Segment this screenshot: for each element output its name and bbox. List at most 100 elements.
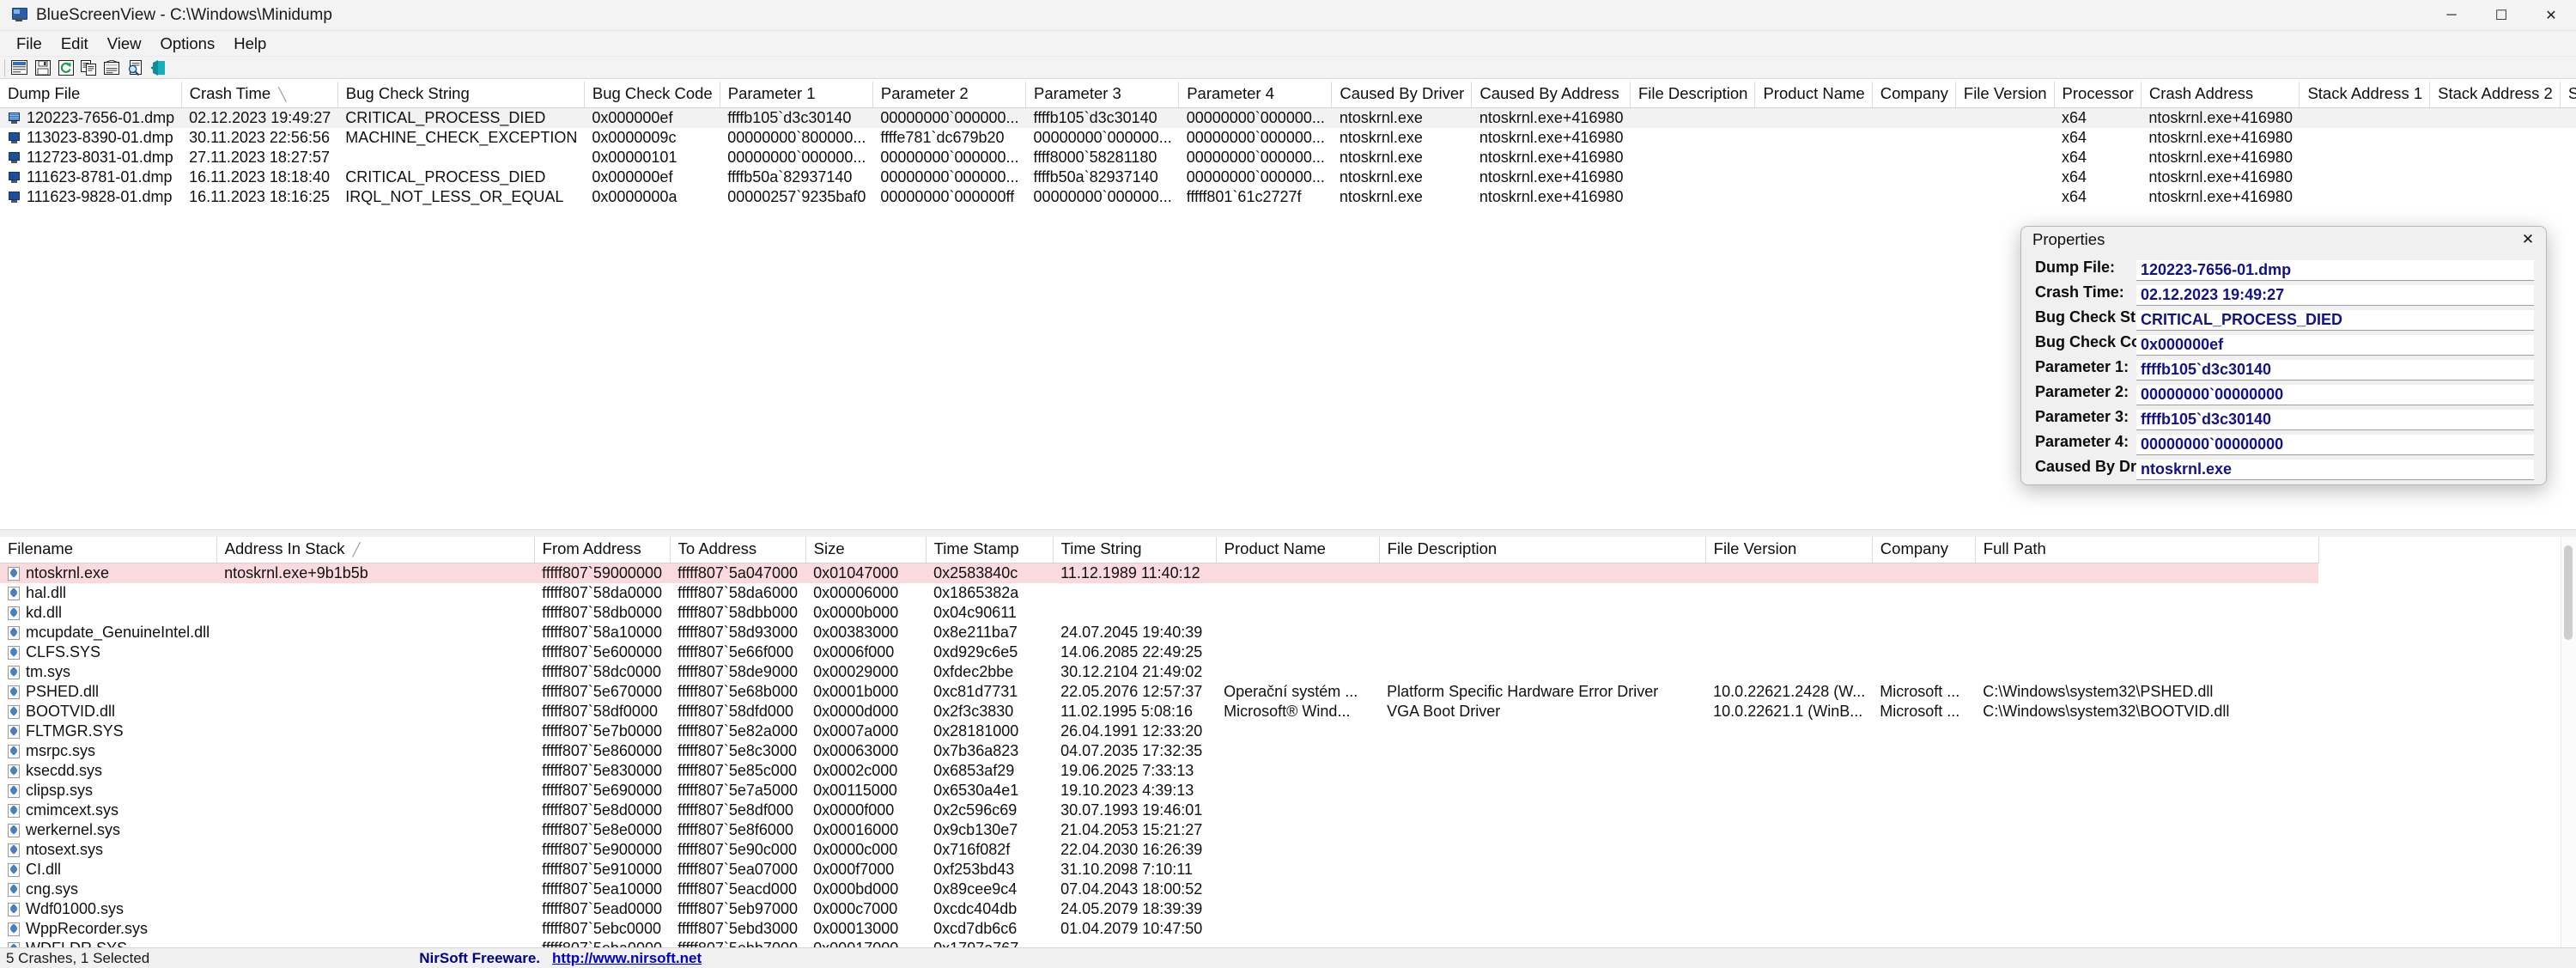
module-table-row[interactable]: Wdf01000.sys fffff807`5ead0000 fffff807`5e… (0, 899, 2318, 919)
module-table-row[interactable]: ntosext.sys fffff807`5e900000 fffff807`5e9… (0, 840, 2318, 860)
menu-item-file[interactable]: File (7, 33, 52, 55)
property-value-field[interactable]: 120223-7656-01.dmp (2136, 260, 2534, 281)
property-value-field[interactable]: 0x000000ef (2136, 335, 2534, 356)
crash-column-header[interactable]: Processor (2054, 82, 2142, 108)
crash-column-header[interactable]: File Version (1955, 82, 2055, 108)
module-table-row[interactable]: tm.sys fffff807`58dc0000 fffff807`58de9000… (0, 662, 2318, 682)
module-table-row[interactable]: kd.dll fffff807`58db0000 fffff807`58dbb000… (0, 603, 2318, 623)
property-value-field[interactable]: CRITICAL_PROCESS_DIED (2136, 310, 2534, 331)
module-column-header[interactable]: Company (1872, 537, 1976, 563)
crash-column-label: Crash Time (189, 84, 271, 102)
crash-cell-crash-time: 16.11.2023 18:18:40 (189, 168, 330, 186)
module-table-row[interactable]: ntoskrnl.exe ntoskrnl.exe+9b1b5b fffff807`… (0, 563, 2319, 583)
property-value-field[interactable]: 02.12.2023 19:49:27 (2136, 285, 2534, 306)
property-value-field[interactable]: ntoskrnl.exe (2136, 460, 2534, 480)
module-cell-time-string: 24.07.2045 19:40:39 (1060, 624, 1203, 641)
copy-icon[interactable] (78, 58, 100, 77)
html-report-icon[interactable] (101, 58, 123, 77)
crash-column-header[interactable]: Stack Address 1 (2299, 82, 2431, 108)
module-column-header[interactable]: Time Stamp (926, 537, 1054, 563)
crash-column-header[interactable]: File Description (1630, 82, 1756, 108)
exit-icon[interactable] (148, 58, 169, 77)
module-column-header[interactable]: Product Name (1216, 537, 1380, 563)
module-table-row[interactable]: ksecdd.sys fffff807`5e830000 fffff807`5e85… (0, 761, 2318, 781)
crash-column-header[interactable]: Parameter 2 (872, 82, 1027, 108)
module-cell-time-string: 31.10.2098 7:10:11 (1060, 861, 1193, 878)
refresh-icon[interactable] (55, 58, 76, 77)
module-list-panel[interactable]: Filename Address In Stack ╱ From Address To … (0, 537, 2576, 947)
crash-column-header[interactable]: Crash Address (2141, 82, 2300, 108)
crash-column-header[interactable]: Caused By Driver (1331, 82, 1473, 108)
menu-item-help[interactable]: Help (224, 33, 276, 55)
module-column-header[interactable]: File Version (1705, 537, 1873, 563)
module-table-row[interactable]: werkernel.sys fffff807`5e8e0000 fffff807`5… (0, 820, 2318, 840)
menu-item-view[interactable]: View (98, 33, 151, 55)
module-table-row[interactable]: hal.dll fffff807`58da0000 fffff807`58da600… (0, 583, 2318, 603)
find-icon[interactable] (125, 58, 146, 77)
module-column-header[interactable]: Size (805, 537, 927, 563)
nirsoft-website-link[interactable]: http://www.nirsoft.net (546, 950, 708, 967)
module-column-header[interactable]: Address In Stack ╱ (216, 537, 535, 563)
crash-column-header[interactable]: Caused By Address (1471, 82, 1631, 108)
module-cell-to: fffff807`5e85c000 (677, 762, 797, 779)
module-column-header[interactable]: To Address (670, 537, 806, 563)
property-value-field[interactable]: 00000000`00000000 (2136, 435, 2534, 455)
crash-table-row[interactable]: 111623-8781-01.dmp 16.11.2023 18:18:40 CRI… (0, 167, 2576, 187)
crash-column-header[interactable]: Crash Time ╲ (181, 82, 338, 108)
crash-column-header[interactable]: Bug Check String (337, 82, 585, 108)
module-table-row[interactable]: cmimcext.sys fffff807`5e8d0000 fffff807`5e… (0, 801, 2318, 820)
crash-column-header[interactable]: Company (1872, 82, 1956, 108)
minimize-button[interactable]: ─ (2427, 0, 2476, 31)
save-icon[interactable] (32, 58, 53, 77)
module-table-row[interactable]: CI.dll fffff807`5e910000 fffff807`5ea07000… (0, 860, 2318, 880)
module-table-row[interactable]: CLFS.SYS fffff807`5e600000 fffff807`5e66f0… (0, 642, 2318, 662)
module-column-label: File Description (1387, 539, 1498, 557)
module-table-row[interactable]: msrpc.sys fffff807`5e860000 fffff807`5e8c3… (0, 741, 2318, 761)
scrollbar-thumb[interactable] (2564, 545, 2573, 640)
crash-column-header[interactable]: Bug Check Code (584, 82, 720, 108)
crash-column-header[interactable]: Parameter 3 (1025, 82, 1180, 108)
module-column-header[interactable]: File Description (1379, 537, 1706, 563)
properties-dialog[interactable]: Properties ✕ Dump File: 120223-7656-01.dm… (2020, 226, 2547, 485)
maximize-button[interactable]: ☐ (2476, 0, 2526, 31)
menu-item-options[interactable]: Options (150, 33, 224, 55)
module-cell-file-description (1379, 761, 1705, 781)
menu-item-edit[interactable]: Edit (52, 33, 98, 55)
module-table-row[interactable]: PSHED.dll fffff807`5e670000 fffff807`5e68b… (0, 682, 2318, 702)
module-column-header[interactable]: Time String (1053, 537, 1217, 563)
property-value-field[interactable]: ntoskrnl.exe+416980 (2136, 484, 2534, 485)
crash-table-row[interactable]: 111623-9828-01.dmp 16.11.2023 18:16:25 IRQ… (0, 187, 2576, 207)
property-value-field[interactable]: ffffb105`d3c30140 (2136, 410, 2534, 430)
crash-column-header[interactable]: Dump File (0, 82, 182, 108)
module-cell-full-path (1975, 801, 2318, 820)
module-table-row[interactable]: BOOTVID.dll fffff807`58df0000 fffff807`58d… (0, 702, 2318, 721)
crash-column-header[interactable]: Parameter 1 (720, 82, 873, 108)
module-table-row[interactable]: mcupdate_GenuineIntel.dll fffff807`58a100… (0, 623, 2318, 642)
property-value-field[interactable]: 00000000`00000000 (2136, 385, 2534, 405)
module-cell-time-stamp: 0xcd7db6c6 (933, 920, 1018, 937)
property-value-field[interactable]: ffffb105`d3c30140 (2136, 360, 2534, 381)
dialog-close-icon[interactable]: ✕ (2510, 227, 2546, 253)
crash-column-header[interactable]: Stack Address 3 (2560, 82, 2576, 108)
crash-table-row[interactable]: 113023-8390-01.dmp 30.11.2023 22:56:56 MAC… (0, 128, 2576, 148)
module-column-header[interactable]: Filename (0, 537, 217, 563)
menu-bar: File Edit View Options Help (0, 31, 2576, 57)
dialog-title-bar: Properties ✕ (2021, 227, 2546, 253)
properties-icon[interactable] (9, 58, 30, 77)
module-table-row[interactable]: clipsp.sys fffff807`5e690000 fffff807`5e7a… (0, 781, 2318, 801)
module-table-row[interactable]: cng.sys fffff807`5ea10000 fffff807`5eacd00… (0, 880, 2318, 899)
crash-column-header[interactable]: Parameter 4 (1178, 82, 1333, 108)
crash-column-header[interactable]: Stack Address 2 (2429, 82, 2561, 108)
module-cell-time-string (1053, 939, 1216, 947)
module-table-row[interactable]: WDFLDR.SYS fffff807`5eba0000fffff807`5ebb… (0, 939, 2318, 947)
dump-file-icon (8, 112, 21, 125)
module-table-row[interactable]: WppRecorder.sys fffff807`5ebc0000 fffff807… (0, 919, 2318, 939)
crash-table-row[interactable]: 120223-7656-01.dmp 02.12.2023 19:49:27 CRI… (0, 107, 2576, 128)
crash-column-header[interactable]: Product Name (1754, 82, 1873, 108)
module-table-row[interactable]: FLTMGR.SYS fffff807`5e7b0000 fffff807`5e82… (0, 721, 2318, 741)
module-column-header[interactable]: From Address (534, 537, 671, 563)
close-button[interactable]: ✕ (2526, 0, 2576, 31)
module-list-vertical-scrollbar[interactable] (2561, 537, 2576, 947)
crash-table-row[interactable]: 112723-8031-01.dmp 27.11.2023 18:27:57 0x0… (0, 148, 2576, 167)
module-column-header[interactable]: Full Path (1975, 537, 2319, 563)
